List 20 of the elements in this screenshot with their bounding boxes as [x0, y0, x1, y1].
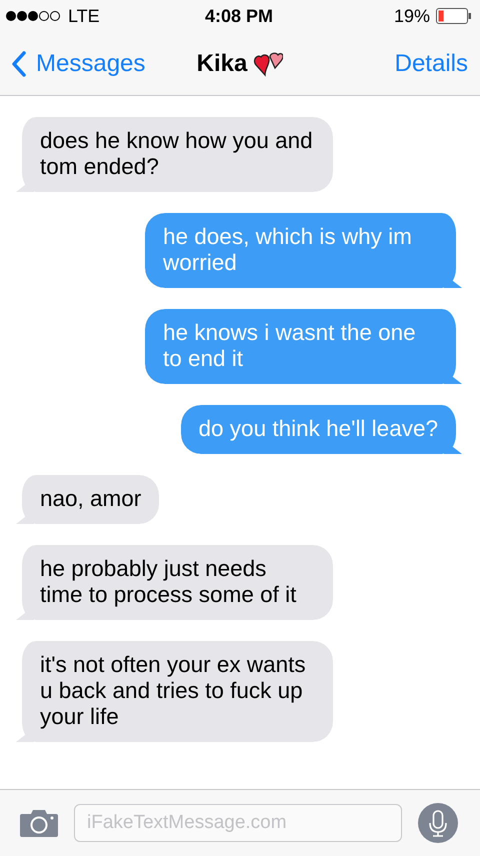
signal-icon	[6, 10, 60, 22]
message-bubble: he knows i wasnt the one to end it	[145, 309, 462, 384]
chevron-icon	[12, 50, 26, 76]
message-bubble: do you think he'll leave?	[180, 405, 462, 454]
message-bubble: he probably just needs time to process some of it	[16, 545, 333, 620]
message-input[interactable]: iFakeTextMessage.com	[74, 804, 402, 842]
message-bubble: he does, which is why im worried	[145, 213, 462, 288]
microphone-icon[interactable]	[418, 803, 458, 843]
status-time: 4:08 PM	[204, 6, 274, 26]
carrier-label: LTE	[68, 6, 100, 26]
message-bubble: nao, amor	[16, 475, 160, 524]
back-button[interactable]: Messages	[12, 50, 162, 78]
camera-icon[interactable]	[20, 809, 58, 837]
battery-icon	[436, 8, 472, 24]
contact-name: Kika	[196, 50, 248, 78]
message-bubble: does he know how you and tom ended?	[16, 117, 333, 192]
hearts-icon	[253, 50, 284, 76]
battery-percent: 19%	[394, 6, 430, 26]
details-button[interactable]: Details	[318, 50, 468, 78]
message-bubble: it's not often your ex wants u back and tries to fuck up your life	[16, 641, 333, 742]
